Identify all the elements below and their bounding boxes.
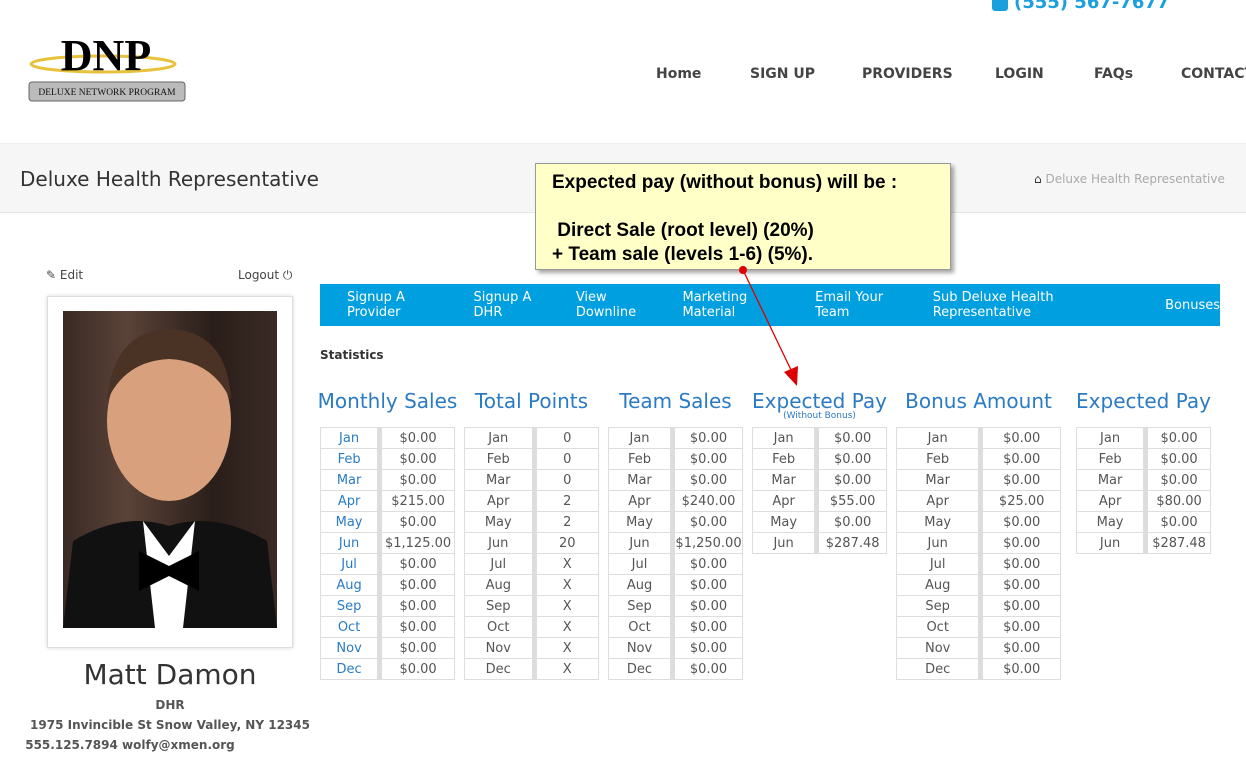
annotation-arrow bbox=[739, 266, 798, 386]
